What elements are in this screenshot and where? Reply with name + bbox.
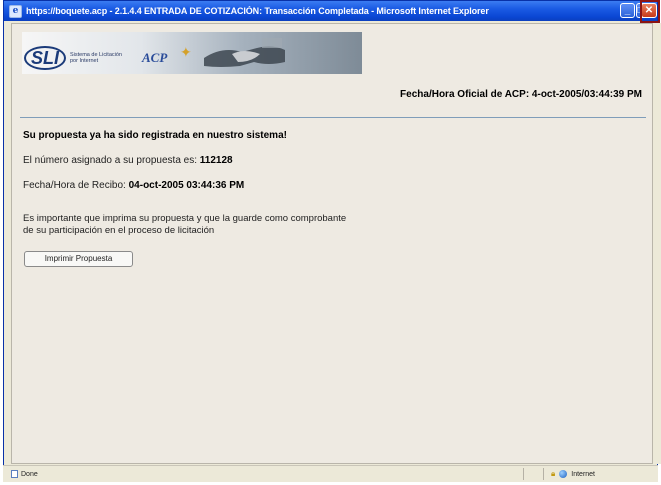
- security-zone[interactable]: 🔒︎ Internet: [551, 469, 595, 479]
- internet-explorer-icon: e: [9, 4, 22, 18]
- receipt-time-value: 04-oct-2005 03:44:36 PM: [128, 180, 245, 191]
- header-divider: [20, 117, 646, 118]
- status-divider: [543, 468, 544, 480]
- official-time: Fecha/Hora Oficial de ACP: 4-oct-2005/03…: [400, 89, 642, 100]
- zone-text: Internet: [571, 470, 596, 478]
- print-proposal-button[interactable]: Imprimir Propuesta: [24, 251, 133, 267]
- acp-logo: ACP: [142, 50, 168, 65]
- title-bar[interactable]: e https://boquete.acp - 2.1.4.4 ENTRADA …: [4, 1, 657, 21]
- window-title: https://boquete.acp - 2.1.4.4 ENTRADA DE…: [26, 6, 489, 16]
- sli-logo-subtitle: Sistema de Licitación por Internet: [70, 52, 122, 64]
- minimize-button[interactable]: _: [620, 3, 635, 18]
- sli-logo: SLI: [24, 46, 66, 70]
- acp-star-icon: ✦: [180, 44, 192, 60]
- globe-icon: [559, 470, 568, 478]
- proposal-number-value: 112128: [199, 155, 233, 166]
- window-right-edge: [653, 23, 661, 464]
- status-bar: Done 🔒︎ Internet: [3, 465, 658, 482]
- print-notice-line-2: de su participación en el proceso de lic…: [23, 225, 215, 236]
- status-text: Done: [21, 470, 38, 478]
- receipt-time-line: Fecha/Hora de Recibo: 04-oct-2005 03:44:…: [23, 180, 244, 191]
- lock-icon: 🔒︎: [551, 469, 556, 478]
- page-done-icon: [11, 470, 18, 478]
- confirmation-message: Su propuesta ya ha sido registrada en nu…: [23, 130, 287, 141]
- receipt-time-label: Fecha/Hora de Recibo:: [23, 180, 126, 191]
- proposal-number-label: El número asignado a su propuesta es:: [23, 155, 197, 166]
- sli-banner: SLI Sistema de Licitación por Internet A…: [22, 32, 362, 74]
- print-notice: Es importante que imprima su propuesta y…: [23, 213, 346, 237]
- proposal-number-line: El número asignado a su propuesta es: 11…: [23, 155, 233, 166]
- browser-window: e https://boquete.acp - 2.1.4.4 ENTRADA …: [3, 0, 661, 481]
- close-button-highlight: [640, 0, 660, 23]
- handshake-image: [204, 38, 285, 67]
- status-left: Done: [11, 470, 38, 478]
- status-divider: [523, 468, 524, 480]
- print-notice-line-1: Es importante que imprima su propuesta y…: [23, 213, 347, 224]
- page-content: SLI Sistema de Licitación por Internet A…: [11, 23, 653, 464]
